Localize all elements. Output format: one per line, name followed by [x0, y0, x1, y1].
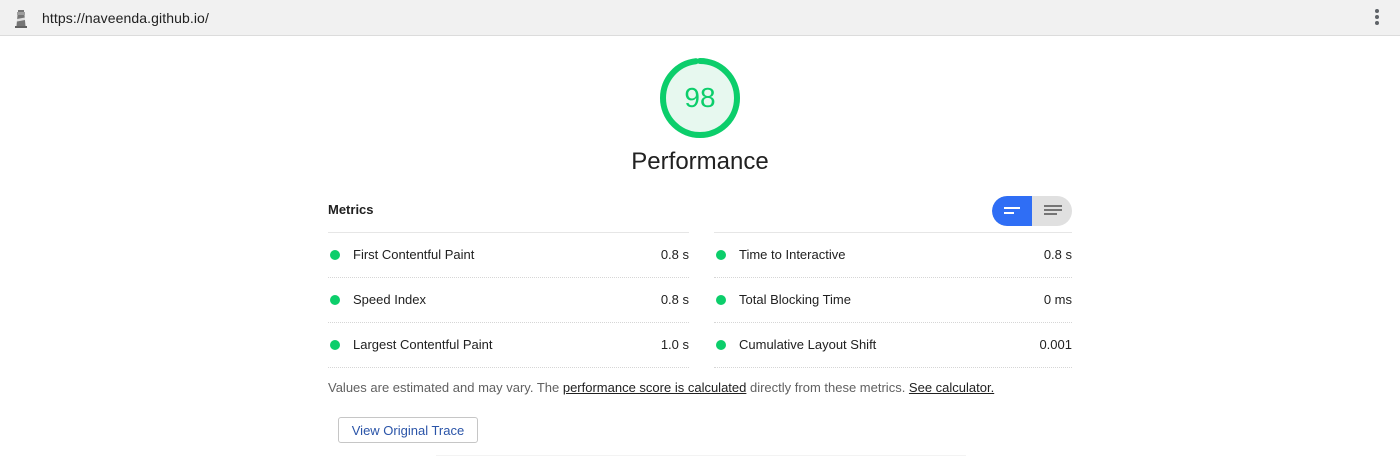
note-middle: directly from these metrics. [746, 380, 909, 395]
metric-row-fcp: First Contentful Paint 0.8 s [328, 233, 689, 278]
section-divider [436, 455, 966, 456]
performance-score: 98 [684, 82, 716, 113]
pass-indicator-icon [716, 250, 726, 260]
expanded-view-icon[interactable] [1032, 196, 1072, 226]
metric-value: 0 ms [1043, 292, 1072, 307]
pass-indicator-icon [716, 295, 726, 305]
metric-row-lcp: Largest Contentful Paint 1.0 s [328, 323, 689, 368]
see-calculator-link[interactable]: See calculator. [909, 380, 994, 395]
metric-row-speed-index: Speed Index 0.8 s [328, 278, 689, 323]
gauge-title: Performance [631, 148, 769, 175]
metric-value: 0.001 [1039, 337, 1072, 352]
metric-value: 1.0 s [660, 337, 689, 352]
metric-row-tbt: Total Blocking Time 0 ms [714, 278, 1072, 323]
metric-name: Speed Index [353, 292, 427, 307]
metrics-view-toggle[interactable] [992, 196, 1072, 226]
metric-value: 0.8 s [660, 292, 689, 307]
score-calculation-link[interactable]: performance score is calculated [563, 380, 747, 395]
note-prefix: Values are estimated and may vary. The [328, 380, 563, 395]
metric-name: Total Blocking Time [739, 292, 851, 307]
metrics-header: Metrics [328, 202, 374, 217]
metric-name: Largest Contentful Paint [353, 337, 493, 352]
view-original-trace-button[interactable]: View Original Trace [338, 417, 478, 443]
address-bar: https://naveenda.github.io/ [0, 0, 1400, 36]
metric-name: Time to Interactive [739, 247, 846, 262]
metric-row-tti: Time to Interactive 0.8 s [714, 233, 1072, 278]
pass-indicator-icon [330, 340, 340, 350]
pass-indicator-icon [330, 250, 340, 260]
compact-view-icon[interactable] [992, 196, 1032, 226]
lighthouse-icon [15, 10, 27, 28]
metrics-disclaimer: Values are estimated and may vary. The p… [328, 380, 994, 395]
more-vertical-icon[interactable] [1372, 9, 1382, 27]
metric-name: First Contentful Paint [353, 247, 475, 262]
pass-indicator-icon [716, 340, 726, 350]
pass-indicator-icon [330, 295, 340, 305]
metric-name: Cumulative Layout Shift [739, 337, 877, 352]
metric-value: 0.8 s [1043, 247, 1072, 262]
metric-value: 0.8 s [660, 247, 689, 262]
url-text[interactable]: https://naveenda.github.io/ [42, 10, 209, 26]
metric-row-cls: Cumulative Layout Shift 0.001 [714, 323, 1072, 368]
